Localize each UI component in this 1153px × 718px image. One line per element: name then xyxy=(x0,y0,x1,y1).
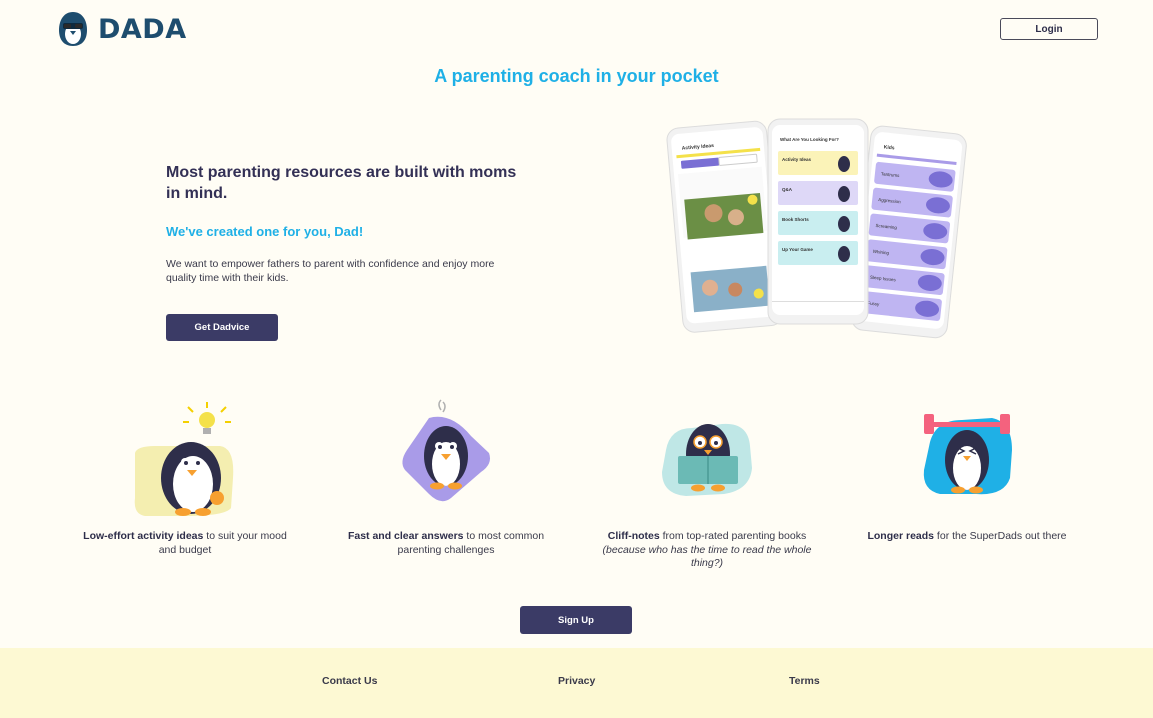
footer-link-terms[interactable]: Terms xyxy=(789,675,820,687)
hero-description: We want to empower fathers to parent wit… xyxy=(166,258,495,284)
penguin-lightbulb-icon xyxy=(134,402,234,516)
app-screenshots-image: Kids Tantrums Aggression Screaming Whini… xyxy=(666,118,967,339)
footer-link-privacy[interactable]: Privacy xyxy=(558,675,595,687)
feature-caption: Longer reads for the SuperDads out there xyxy=(867,530,1067,542)
logo-text: DADA xyxy=(98,13,187,45)
phone-mockup-activities: Activity Ideas xyxy=(666,120,783,333)
phone-mockup-menu: What Are You Looking For? Activity Ideas… xyxy=(767,118,869,325)
footer-link-contact[interactable]: Contact Us xyxy=(322,675,377,687)
hero-text: Most parenting resources are built with … xyxy=(166,162,526,285)
login-button[interactable]: Login xyxy=(1000,18,1098,40)
tagline: A parenting coach in your pocket xyxy=(434,66,719,86)
feature-caption: Fast and clear answers to most common pa… xyxy=(347,530,545,556)
phone-screen3-title: Kids xyxy=(883,144,895,151)
hero-title: Most parenting resources are built with … xyxy=(166,164,517,202)
feature-caption: Cliff-notes from top-rated parenting boo… xyxy=(602,530,812,569)
site-header: DADA Login xyxy=(0,0,1153,60)
phone-screen2-title: What Are You Looking For? xyxy=(780,137,839,142)
penguin-logo-icon xyxy=(59,12,87,46)
sign-up-button[interactable]: Sign Up xyxy=(520,606,632,634)
phone-screen2-item: Activity Ideas xyxy=(782,157,812,162)
penguin-steaming-icon xyxy=(402,399,490,502)
logo[interactable]: DADA xyxy=(54,10,187,48)
feature-caption: Low-effort activity ideas to suit your m… xyxy=(83,530,287,556)
phone-screen2-item: Book Shorts xyxy=(782,217,809,222)
phone-screen2-item: Up Your Game xyxy=(782,247,813,252)
penguin-reading-icon xyxy=(662,423,752,496)
penguin-weightlifting-icon xyxy=(923,414,1012,495)
get-dadvice-button[interactable]: Get Dadvice xyxy=(166,314,278,341)
phone-screen2-item: Q&A xyxy=(782,187,793,192)
hero-subtitle: We've created one for you, Dad! xyxy=(166,224,364,239)
features-section: Low-effort activity ideas to suit your m… xyxy=(0,398,1153,578)
footer: Contact Us Privacy Terms xyxy=(0,648,1153,718)
